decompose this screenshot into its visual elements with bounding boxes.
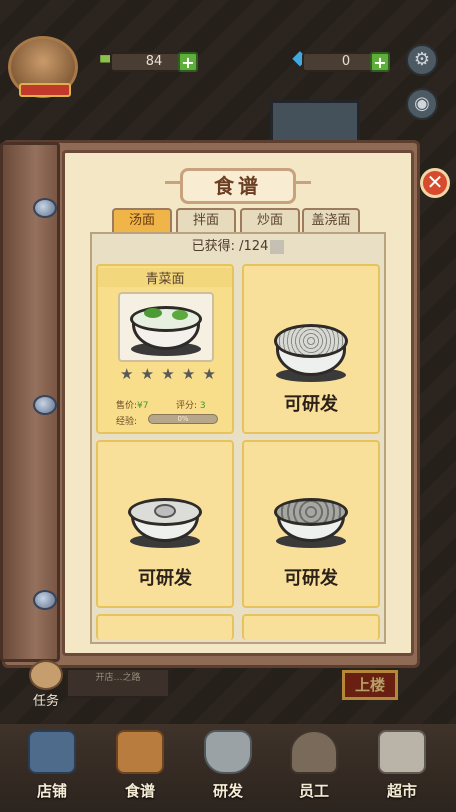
cash-value: 84 <box>145 54 163 69</box>
nav-label: 超市 <box>386 782 417 800</box>
task-icon <box>29 660 63 690</box>
star-icon: ★ <box>202 365 216 383</box>
star-rating: ★ ★ ★ ★ ★ <box>120 366 216 382</box>
diamond-value: 0 <box>341 54 351 69</box>
diamond-counter: 0 + <box>302 52 390 72</box>
obtained-label: 已获得: <box>191 239 236 254</box>
upstairs-sign[interactable]: 上楼 <box>342 670 398 700</box>
rating-label: 评分: <box>176 401 198 411</box>
star-icon: ★ <box>140 365 155 383</box>
obtained-box <box>270 239 285 254</box>
meat-noodles-icon <box>274 498 348 526</box>
recipe-card-partial[interactable] <box>96 614 234 640</box>
recipe-book-icon <box>116 730 164 774</box>
recipe-card-vegetable-noodles[interactable]: 青菜面 ★ ★ ★ ★ ★ 售价:¥7 评分: 3 经验: 0% <box>96 264 234 434</box>
noodles-icon <box>274 324 348 358</box>
egg-icon <box>154 504 176 518</box>
task-button[interactable]: 任务 <box>26 660 66 710</box>
greens-icon <box>172 310 188 320</box>
recipe-card-locked[interactable]: 可研发 <box>242 264 380 434</box>
star-icon: ★ <box>120 365 134 383</box>
gear-icon[interactable]: ⚙ <box>406 44 438 76</box>
task-label: 任务 <box>32 694 59 709</box>
nav-store[interactable]: 店铺 <box>16 730 88 806</box>
page-title: 食谱 <box>165 168 311 204</box>
recipe-card-locked[interactable]: 可研发 <box>242 440 380 608</box>
add-diamond-button[interactable]: + <box>370 52 390 72</box>
add-cash-button[interactable]: + <box>178 52 198 72</box>
tab-topping-noodles[interactable]: 盖浇面 <box>302 208 360 232</box>
nav-research[interactable]: 研发 <box>192 730 264 806</box>
price-label: 售价: <box>116 401 138 411</box>
tab-fried-noodles[interactable]: 炒面 <box>240 208 300 232</box>
quest-banner: 开店…之路 <box>66 668 170 698</box>
tab-soup-noodles[interactable]: 汤面 <box>112 208 172 232</box>
tab-mixed-noodles[interactable]: 拌面 <box>176 208 236 232</box>
obtained-count: 已获得: /124 <box>90 234 386 260</box>
price-value: ¥7 <box>137 401 149 411</box>
star-icon: ★ <box>161 365 175 383</box>
recipe-card-partial[interactable] <box>242 614 380 640</box>
obtained-value: /124 <box>239 239 269 254</box>
player-avatar[interactable] <box>8 36 78 98</box>
rating-stat: 评分: 3 <box>176 398 206 411</box>
nav-recipes[interactable]: 食谱 <box>104 730 176 806</box>
supermarket-icon <box>378 730 426 774</box>
binder-ring <box>33 198 57 218</box>
researchable-label: 可研发 <box>138 568 192 589</box>
researchable-label: 可研发 <box>284 394 338 415</box>
nav-supermarket[interactable]: 超市 <box>366 730 438 806</box>
nav-label: 员工 <box>298 782 329 800</box>
staff-icon <box>290 730 338 774</box>
nav-label: 食谱 <box>124 782 155 800</box>
store-icon <box>28 730 76 774</box>
vegetable-noodles-icon <box>130 306 202 332</box>
pot-icon <box>204 730 252 774</box>
counter-decoration <box>270 100 360 145</box>
level-badge <box>19 83 71 97</box>
dish-image <box>118 292 214 362</box>
rating-value: 3 <box>199 401 206 411</box>
researchable-label: 可研发 <box>284 568 338 589</box>
exp-label: 经验: <box>116 417 138 427</box>
nav-label: 店铺 <box>36 782 67 800</box>
camera-icon[interactable]: ◉ <box>406 88 438 120</box>
binder-ring <box>33 395 57 415</box>
star-icon: ★ <box>181 365 196 383</box>
cash-counter: 84 + <box>110 52 198 72</box>
recipe-name: 青菜面 <box>98 268 232 287</box>
binder-ring <box>33 590 57 610</box>
recipe-card-locked[interactable]: 可研发 <box>96 440 234 608</box>
nav-label: 研发 <box>212 782 243 800</box>
greens-icon <box>144 308 162 318</box>
nav-staff[interactable]: 员工 <box>278 730 350 806</box>
exp-progress-bar: 0% <box>148 414 218 424</box>
close-button[interactable]: ✕ <box>420 168 450 198</box>
price-stat: 售价:¥7 <box>116 398 149 411</box>
